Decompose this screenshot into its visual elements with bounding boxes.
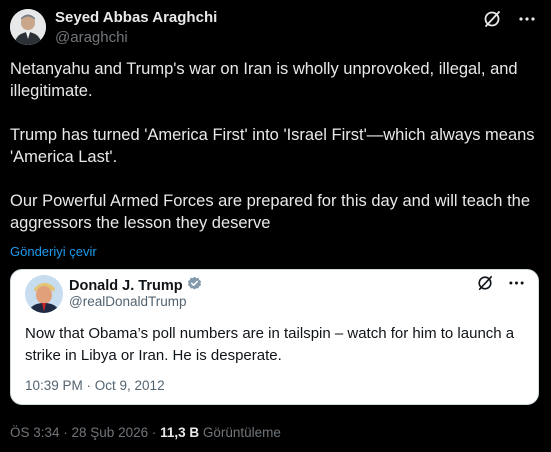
tweet-paragraph: Netanyahu and Trump's war on Iran is who…: [10, 60, 518, 100]
view-count: 11,3 B: [160, 425, 200, 440]
tweet-actions: [483, 10, 535, 28]
quoted-actions: [477, 275, 524, 291]
author-handle[interactable]: @araghchi: [55, 29, 128, 46]
verified-badge-icon: [187, 276, 202, 295]
quoted-avatar[interactable]: [25, 275, 63, 313]
quoted-author-name: Donald J. Trump: [69, 277, 183, 294]
quoted-portrait: [25, 275, 63, 313]
more-icon[interactable]: [519, 17, 535, 21]
grok-icon[interactable]: [483, 10, 501, 28]
tweet-paragraph: Trump has turned 'America First' into 'I…: [10, 126, 535, 166]
tweet-timestamp[interactable]: ÖS 3:34 · 28 Şub 2026 ·: [10, 425, 160, 440]
more-icon[interactable]: [509, 281, 524, 285]
quoted-timestamp[interactable]: 10:39 PM · Oct 9, 2012: [25, 378, 165, 393]
grok-icon[interactable]: [477, 275, 493, 291]
author-avatar[interactable]: [10, 9, 46, 45]
view-label: Görüntüleme: [199, 425, 281, 440]
translate-link[interactable]: Gönderiyi çevir: [10, 244, 97, 259]
quoted-author[interactable]: Donald J. Trump: [69, 276, 202, 295]
author-name[interactable]: Seyed Abbas Araghchi: [55, 9, 217, 26]
tweet-meta: ÖS 3:34 · 28 Şub 2026 · 11,3 B Görüntüle…: [10, 425, 281, 440]
author-portrait: [10, 9, 46, 45]
tweet-text: Netanyahu and Trump's war on Iran is who…: [10, 58, 540, 234]
tweet-paragraph: Our Powerful Armed Forces are prepared f…: [10, 192, 530, 232]
quoted-handle[interactable]: @realDonaldTrump: [69, 294, 187, 309]
quoted-text: Now that Obama’s poll numbers are in tai…: [25, 325, 515, 364]
quoted-tweet[interactable]: Donald J. Trump @realDonaldTrump Now tha…: [10, 269, 539, 405]
